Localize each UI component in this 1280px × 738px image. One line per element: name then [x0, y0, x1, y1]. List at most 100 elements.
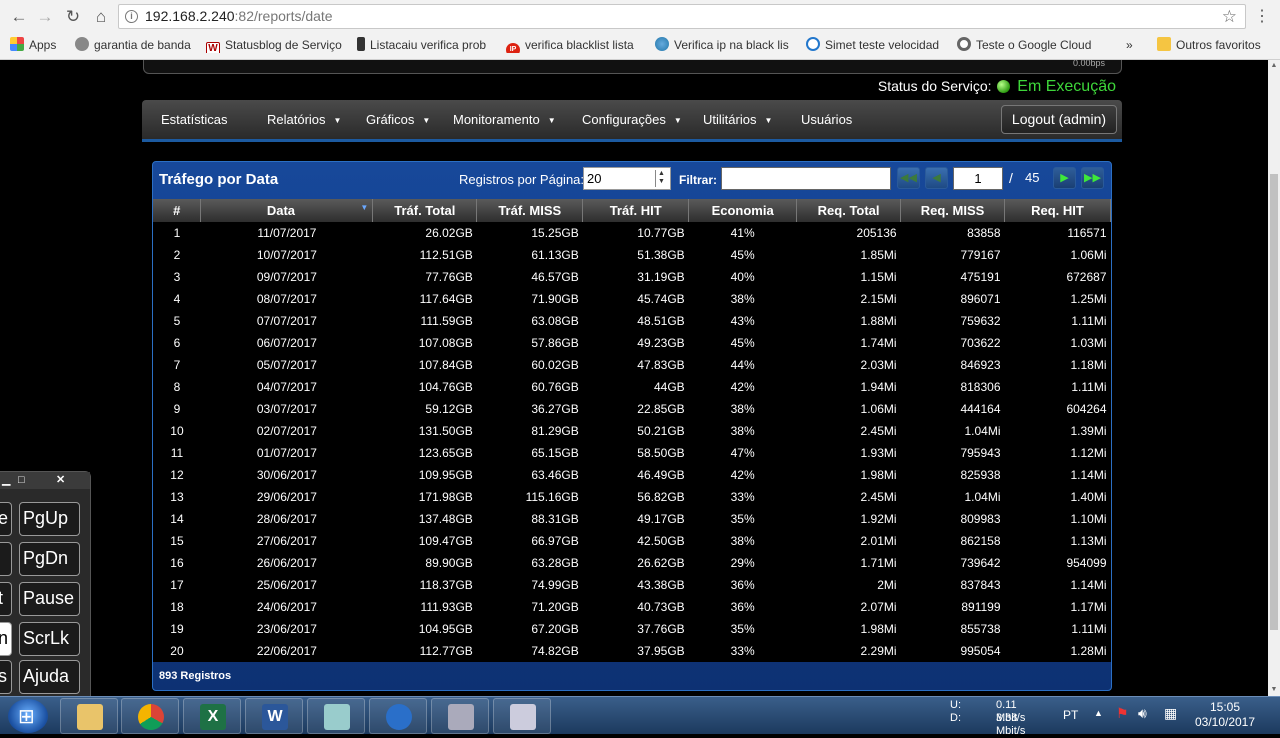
nav-monitoramento[interactable]: Monitoramento ▼	[453, 100, 556, 139]
column-header[interactable]: Tráf. HIT	[582, 199, 690, 222]
address-bar[interactable]: i 192.168.2.240:82/reports/date ☆	[118, 4, 1246, 29]
table-cell: 104.76GB	[372, 376, 477, 398]
osk-key-scrlk[interactable]: ScrLk	[19, 622, 80, 656]
column-header[interactable]: #	[153, 199, 202, 222]
column-header[interactable]: Data ▼	[200, 199, 374, 222]
records-per-page-input[interactable]: 20 ▲ ▼	[583, 167, 671, 190]
scroll-up-icon[interactable]: ▲	[1268, 60, 1280, 72]
scroll-down-icon[interactable]: ▼	[1268, 684, 1280, 696]
filter-input[interactable]	[721, 167, 891, 190]
nav-estatisticas[interactable]: Estatísticas	[161, 100, 227, 139]
home-icon[interactable]: ⌂	[90, 6, 112, 28]
close-icon[interactable]: ✕	[56, 472, 65, 489]
traffic-by-date-panel: Tráfego por Data Registros por Página: 2…	[152, 161, 1112, 691]
page-scrollbar[interactable]: ▲ ▼	[1268, 60, 1280, 696]
osk-key-n[interactable]: n	[0, 622, 12, 656]
taskbar-calculator[interactable]	[431, 698, 489, 734]
first-page-button[interactable]: ◀◀	[897, 167, 920, 189]
maximize-icon[interactable]: □	[18, 472, 25, 489]
osk-key-blank[interactable]	[0, 542, 12, 576]
table-cell: 1	[153, 222, 201, 244]
taskbar-excel[interactable]: X	[183, 698, 241, 734]
nav-utilitarios[interactable]: Utilitários ▼	[703, 100, 772, 139]
column-header[interactable]: Tráf. MISS	[476, 199, 584, 222]
table-cell: 01/07/2017	[200, 442, 373, 464]
bookmark-garantia[interactable]: garantia de banda	[75, 37, 197, 53]
table-cell: 171.98GB	[372, 486, 477, 508]
bookmark-verifica-ip[interactable]: Verifica ip na black lis	[655, 37, 795, 53]
osk-key-s[interactable]: s	[0, 660, 12, 694]
bookmark-apps[interactable]: Apps	[10, 37, 70, 53]
nav-configuracoes[interactable]: Configurações ▼	[582, 100, 682, 139]
bookmark-outros[interactable]: Outros favoritos	[1157, 37, 1277, 53]
bookmarks-overflow[interactable]: »	[1126, 37, 1138, 53]
clock[interactable]: 15:05 03/10/2017	[1190, 700, 1260, 730]
taskbar-app[interactable]	[369, 698, 427, 734]
osk-key-pgdn[interactable]: PgDn	[19, 542, 80, 576]
table-cell: 40%	[688, 266, 797, 288]
tray-up-icon[interactable]: ▲	[1094, 708, 1103, 718]
current-page-input[interactable]: 1	[953, 167, 1003, 190]
back-icon[interactable]: ←	[8, 6, 30, 28]
taskbar-notes[interactable]	[307, 698, 365, 734]
flag-icon[interactable]: ⚑	[1116, 705, 1129, 722]
scroll-thumb[interactable]	[1270, 174, 1278, 630]
table-cell: 1.18Mi	[1004, 354, 1111, 376]
sort-desc-icon[interactable]: ▼	[360, 203, 368, 212]
bookmark-listacaiu[interactable]: Listacaiu verifica prob	[357, 37, 494, 53]
table-cell: 56.82GB	[582, 486, 689, 508]
column-header[interactable]: Req. MISS	[900, 199, 1005, 222]
volume-icon[interactable]: 🔊︎	[1138, 705, 1147, 722]
nav-usuarios[interactable]: Usuários	[801, 100, 852, 139]
column-header[interactable]: Economia	[688, 199, 798, 222]
column-header[interactable]: Req. Total	[796, 199, 902, 222]
table-cell: 954099	[1004, 552, 1111, 574]
osk-key-t[interactable]: t	[0, 582, 12, 616]
reload-icon[interactable]: ↻	[62, 6, 84, 28]
minimize-icon[interactable]: ▁	[2, 472, 10, 489]
spinner-arrows-icon[interactable]: ▲ ▼	[655, 170, 667, 187]
table-row: 10 02/07/2017 131.50GB 81.29GB 50.21GB 38% 2.4…	[153, 420, 1111, 442]
osk-key-e[interactable]: e	[0, 502, 12, 536]
forward-icon[interactable]: →	[34, 6, 56, 28]
menu-icon[interactable]: ⋮	[1254, 6, 1270, 28]
url-path: :82/reports/date	[234, 8, 333, 24]
table-cell: 111.59GB	[372, 310, 477, 332]
prev-page-button[interactable]: ◀	[925, 167, 948, 189]
info-icon[interactable]: i	[125, 10, 138, 23]
nav-graficos[interactable]: Gráficos ▼	[366, 100, 430, 139]
table-cell: 36%	[688, 574, 797, 596]
bookmark-blacklist[interactable]: IP verifica blacklist lista	[506, 37, 638, 53]
table-cell: 3	[153, 266, 201, 288]
bookmark-statusblog[interactable]: W Statusblog de Serviço	[206, 37, 344, 53]
table-cell: 12	[153, 464, 201, 486]
table-cell: 9	[153, 398, 201, 420]
osk-key-pgup[interactable]: PgUp	[19, 502, 80, 536]
start-button[interactable]	[8, 699, 48, 733]
column-header[interactable]: Tráf. Total	[372, 199, 478, 222]
table-cell: 2.01Mi	[796, 530, 901, 552]
network-icon[interactable]: ▦	[1164, 705, 1177, 722]
table-cell: 8	[153, 376, 201, 398]
table-cell: 739642	[900, 552, 1005, 574]
osk-key-pause[interactable]: Pause	[19, 582, 80, 616]
language-indicator[interactable]: PT	[1063, 708, 1078, 722]
taskbar-explorer[interactable]	[60, 698, 118, 734]
table-cell: 855738	[900, 618, 1005, 640]
table-cell: 123.65GB	[372, 442, 477, 464]
column-header[interactable]: Req. HIT	[1004, 199, 1111, 222]
last-page-button[interactable]: ▶▶	[1081, 167, 1104, 189]
bookmark-star-icon[interactable]: ☆	[1222, 5, 1237, 28]
osk-key-ajuda[interactable]: Ajuda	[19, 660, 80, 694]
bookmark-simet[interactable]: Simet teste velocidad	[806, 37, 944, 53]
rpp-value: 20	[587, 171, 602, 186]
taskbar-chrome[interactable]	[121, 698, 179, 734]
nav-relatorios[interactable]: Relatórios ▼	[267, 100, 341, 139]
taskbar-word[interactable]: W	[245, 698, 303, 734]
logout-button[interactable]: Logout (admin)	[1001, 105, 1117, 134]
next-page-button[interactable]: ▶	[1053, 167, 1076, 189]
table-cell: 1.98Mi	[796, 618, 901, 640]
browser-chrome: ← → ↻ ⌂ i 192.168.2.240:82/reports/date …	[0, 0, 1280, 60]
taskbar-network[interactable]	[493, 698, 551, 734]
bookmark-google-cloud[interactable]: Teste o Google Cloud	[957, 37, 1095, 53]
